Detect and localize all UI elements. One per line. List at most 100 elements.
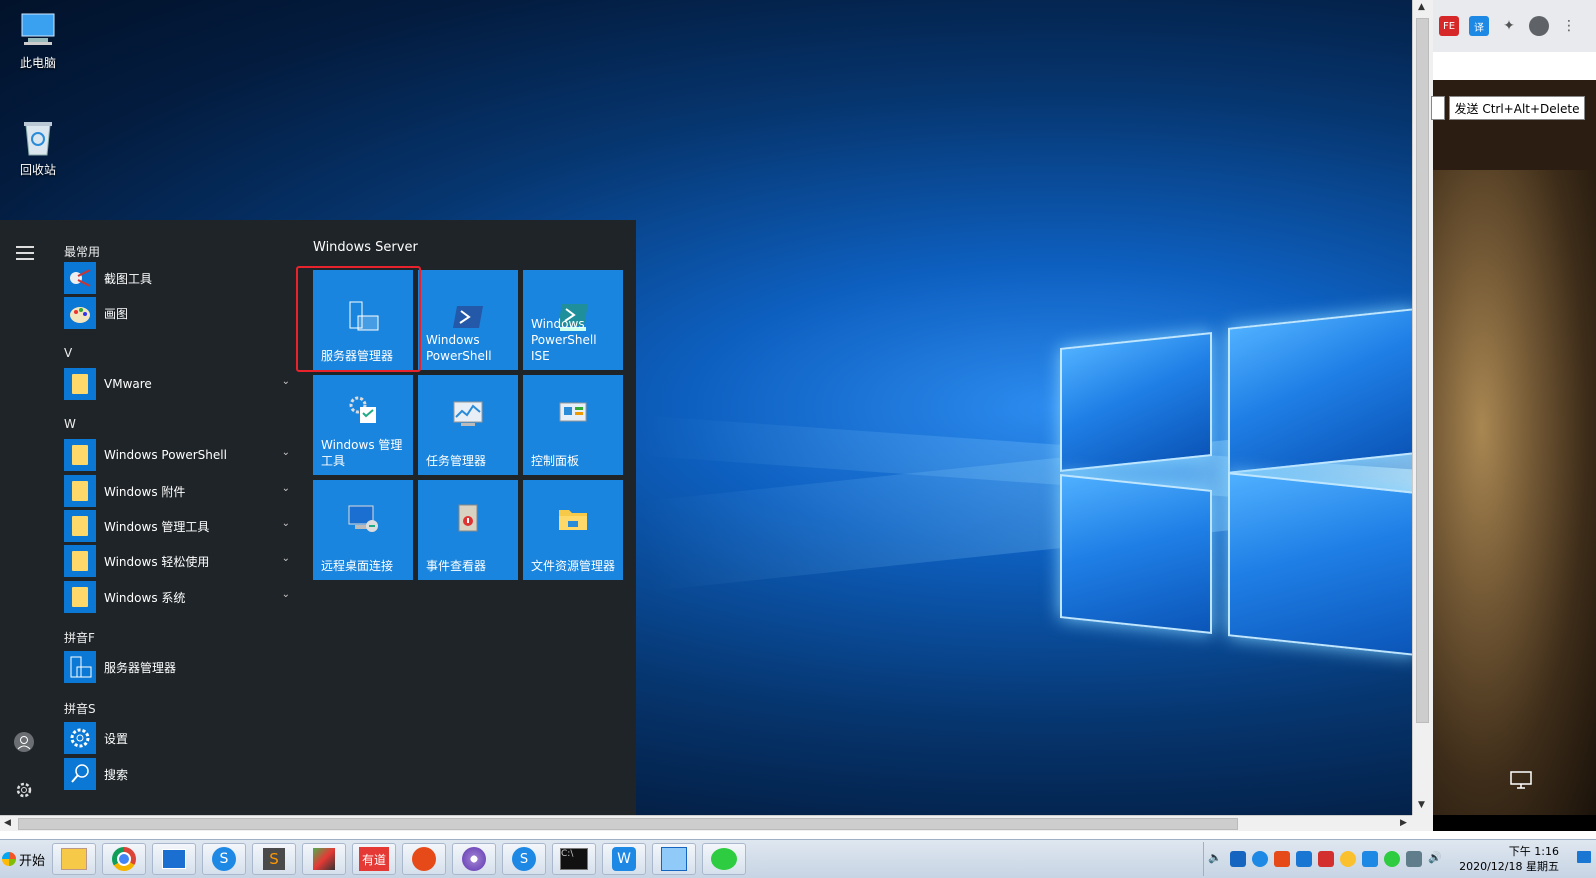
tile-windows-admin-tools[interactable]: Windows 管理工具 <box>313 375 413 475</box>
scroll-left-arrow-icon[interactable]: ◀ <box>4 818 11 828</box>
vertical-scrollbar[interactable]: ▲ ▼ <box>1412 0 1433 815</box>
section-letter: 拼音F <box>64 631 95 645</box>
tile-windows-powershell[interactable]: Windows PowerShell <box>418 270 518 370</box>
app-folder-vmware[interactable]: VMware ⌄ <box>64 368 302 400</box>
send-ctrl-alt-delete-button[interactable]: 发送 Ctrl+Alt+Delete <box>1449 96 1585 120</box>
horizontal-scroll-thumb[interactable] <box>18 818 1238 830</box>
scroll-right-arrow-icon[interactable]: ▶ <box>1400 818 1407 828</box>
app-label: 搜索 <box>104 767 129 782</box>
sublime-icon: S <box>263 848 285 870</box>
taskbar-cmd[interactable]: C:\ <box>552 843 596 875</box>
tray-volume-icon[interactable]: 🔈 <box>1208 851 1224 867</box>
windows-logo-icon <box>2 852 16 866</box>
tray-speaker-icon[interactable]: 🔊 <box>1428 851 1444 867</box>
settings-icon <box>64 722 96 754</box>
tray-qq-icon[interactable] <box>1340 851 1356 867</box>
app-snipping-tool[interactable]: 截图工具 <box>64 262 302 294</box>
app-label: Windows 附件 <box>104 484 186 499</box>
tray-network-icon[interactable] <box>1406 851 1422 867</box>
taskbar-network-monitor[interactable] <box>652 843 696 875</box>
taskbar-chrome[interactable] <box>102 843 146 875</box>
event-viewer-icon <box>451 502 485 536</box>
folder-icon <box>64 581 96 613</box>
desktop-icon-label: 此电脑 <box>19 56 56 70</box>
horizontal-scrollbar[interactable]: ◀ ▶ <box>0 815 1412 831</box>
task-manager-icon <box>451 397 485 431</box>
network-monitor-icon <box>661 847 687 871</box>
wechat-icon <box>711 848 737 870</box>
tile-label: 控制面板 <box>531 454 580 468</box>
vmware-icon <box>313 848 335 870</box>
taskbar-sogou-download[interactable]: S <box>502 843 546 875</box>
desktop-icon-label: 回收站 <box>19 163 56 177</box>
taskbar-wps[interactable]: W <box>602 843 646 875</box>
tray-app-icon[interactable] <box>1230 851 1246 867</box>
app-search[interactable]: 搜索 <box>64 758 302 790</box>
taskbar-youdao[interactable]: 有道 <box>352 843 396 875</box>
wps-icon: W <box>612 847 636 871</box>
remote-desktop-icon <box>346 502 380 536</box>
fe-extension-icon[interactable]: FE <box>1439 16 1459 36</box>
scroll-up-arrow-icon[interactable]: ▲ <box>1418 2 1425 12</box>
tile-label: 任务管理器 <box>426 454 487 468</box>
tray-sogou-icon[interactable] <box>1252 851 1268 867</box>
app-server-manager[interactable]: 服务器管理器 <box>64 651 302 683</box>
taskbar-sublime[interactable]: S <box>252 843 296 875</box>
chrome-icon <box>112 847 136 871</box>
taskbar-remote-desktop[interactable] <box>152 843 196 875</box>
tray-app-icon[interactable] <box>1318 851 1334 867</box>
app-folder-windows-ease-of-access[interactable]: Windows 轻松使用 ⌄ <box>64 545 302 577</box>
app-folder-windows-admin-tools[interactable]: Windows 管理工具 ⌄ <box>64 510 302 542</box>
translate-extension-icon[interactable]: 译 <box>1469 16 1489 36</box>
app-label: 服务器管理器 <box>104 660 177 675</box>
taskbar-media-player[interactable] <box>452 843 496 875</box>
admin-tools-icon <box>346 393 380 427</box>
chevron-down-icon: ⌄ <box>281 447 290 458</box>
tile-task-manager[interactable]: 任务管理器 <box>418 375 518 475</box>
tile-event-viewer[interactable]: 事件查看器 <box>418 480 518 580</box>
profile-avatar-icon[interactable] <box>1529 16 1549 36</box>
tile-remote-desktop[interactable]: 远程桌面连接 <box>313 480 413 580</box>
tile-windows-powershell-ise[interactable]: Windows PowerShell ISE <box>523 270 623 370</box>
tray-app-icon[interactable] <box>1362 851 1378 867</box>
tray-clock[interactable]: 下午 1:16 2020/12/18 星期五 <box>1459 844 1559 874</box>
browser-extension-bar: FE 译 ✦ ⋮ <box>1433 0 1596 52</box>
desktop-icon-this-pc[interactable]: 此电脑 <box>3 10 73 71</box>
taskbar-wechat[interactable] <box>702 843 746 875</box>
app-label: Windows 管理工具 <box>104 519 210 534</box>
settings-gear-icon[interactable] <box>14 780 34 800</box>
vertical-scroll-thumb[interactable] <box>1416 18 1429 723</box>
paint-icon <box>64 297 96 329</box>
tray-app-icon[interactable] <box>1274 851 1290 867</box>
kebab-menu-icon[interactable]: ⋮ <box>1559 16 1579 36</box>
tile-file-explorer[interactable]: 文件资源管理器 <box>523 480 623 580</box>
app-settings[interactable]: 设置 <box>64 722 302 754</box>
start-button[interactable]: 开始 <box>2 844 45 874</box>
search-icon <box>64 758 96 790</box>
taskbar-snail[interactable] <box>402 843 446 875</box>
app-paint[interactable]: 画图 <box>64 297 302 329</box>
file-manager-icon <box>61 848 87 870</box>
app-folder-windows-powershell[interactable]: Windows PowerShell ⌄ <box>64 439 302 471</box>
section-letter: W <box>64 417 76 431</box>
hamburger-menu-icon[interactable] <box>16 246 34 264</box>
scroll-down-arrow-icon[interactable]: ▼ <box>1418 800 1425 810</box>
app-label: 画图 <box>104 306 129 321</box>
youdao-icon: 有道 <box>359 847 389 871</box>
app-folder-windows-system[interactable]: Windows 系统 ⌄ <box>64 581 302 613</box>
tray-wechat-icon[interactable] <box>1384 851 1400 867</box>
tile-control-panel[interactable]: 控制面板 <box>523 375 623 475</box>
app-list: 最常用 截图工具 画图 V VMware ⌄ W Windows PowerSh… <box>52 220 297 815</box>
taskbar-sogou[interactable]: S <box>202 843 246 875</box>
remote-display-icon[interactable] <box>1509 770 1535 790</box>
taskbar-vmware[interactable] <box>302 843 346 875</box>
user-avatar-icon[interactable] <box>14 732 34 752</box>
taskbar-file-manager[interactable] <box>52 843 96 875</box>
left-partial-button[interactable] <box>1431 96 1445 120</box>
extensions-puzzle-icon[interactable]: ✦ <box>1499 16 1519 36</box>
desktop-icon-recycle-bin[interactable]: 回收站 <box>3 117 73 178</box>
app-folder-windows-accessories[interactable]: Windows 附件 ⌄ <box>64 475 302 507</box>
section-letter: V <box>64 346 73 360</box>
tray-shield-icon[interactable] <box>1296 851 1312 867</box>
show-desktop-icon[interactable] <box>1577 851 1591 863</box>
